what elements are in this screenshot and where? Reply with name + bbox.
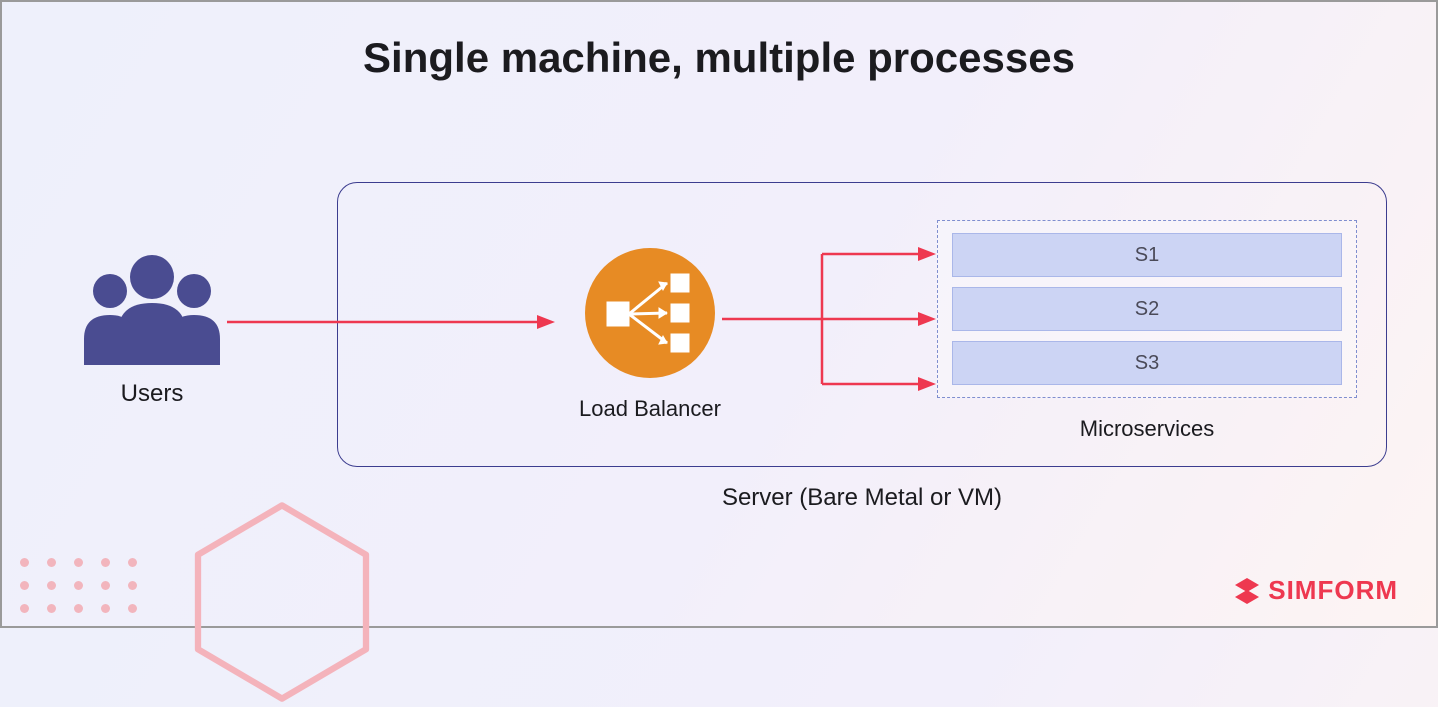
load-balancer-icon <box>585 248 715 378</box>
microservices-label: Microservices <box>937 416 1357 442</box>
decorative-hexagon <box>177 497 387 707</box>
service-item: S1 <box>952 233 1342 277</box>
users-label: Users <box>72 380 232 408</box>
brand-logo-text: SIMFORM <box>1268 575 1398 606</box>
load-balancer-node: Load Balancer <box>570 248 730 422</box>
decorative-dots <box>20 558 137 627</box>
brand-logo-icon <box>1232 576 1262 606</box>
load-balancer-label: Load Balancer <box>570 396 730 422</box>
microservices-container: S1 S2 S3 <box>937 220 1357 398</box>
service-item: S2 <box>952 287 1342 331</box>
users-node: Users <box>72 247 232 408</box>
users-icon <box>72 247 232 367</box>
brand-logo: SIMFORM <box>1232 575 1398 606</box>
service-item: S3 <box>952 341 1342 385</box>
microservices-node: S1 S2 S3 Microservices <box>937 220 1357 442</box>
diagram-title: Single machine, multiple processes <box>2 34 1436 82</box>
server-label: Server (Bare Metal or VM) <box>337 484 1387 512</box>
